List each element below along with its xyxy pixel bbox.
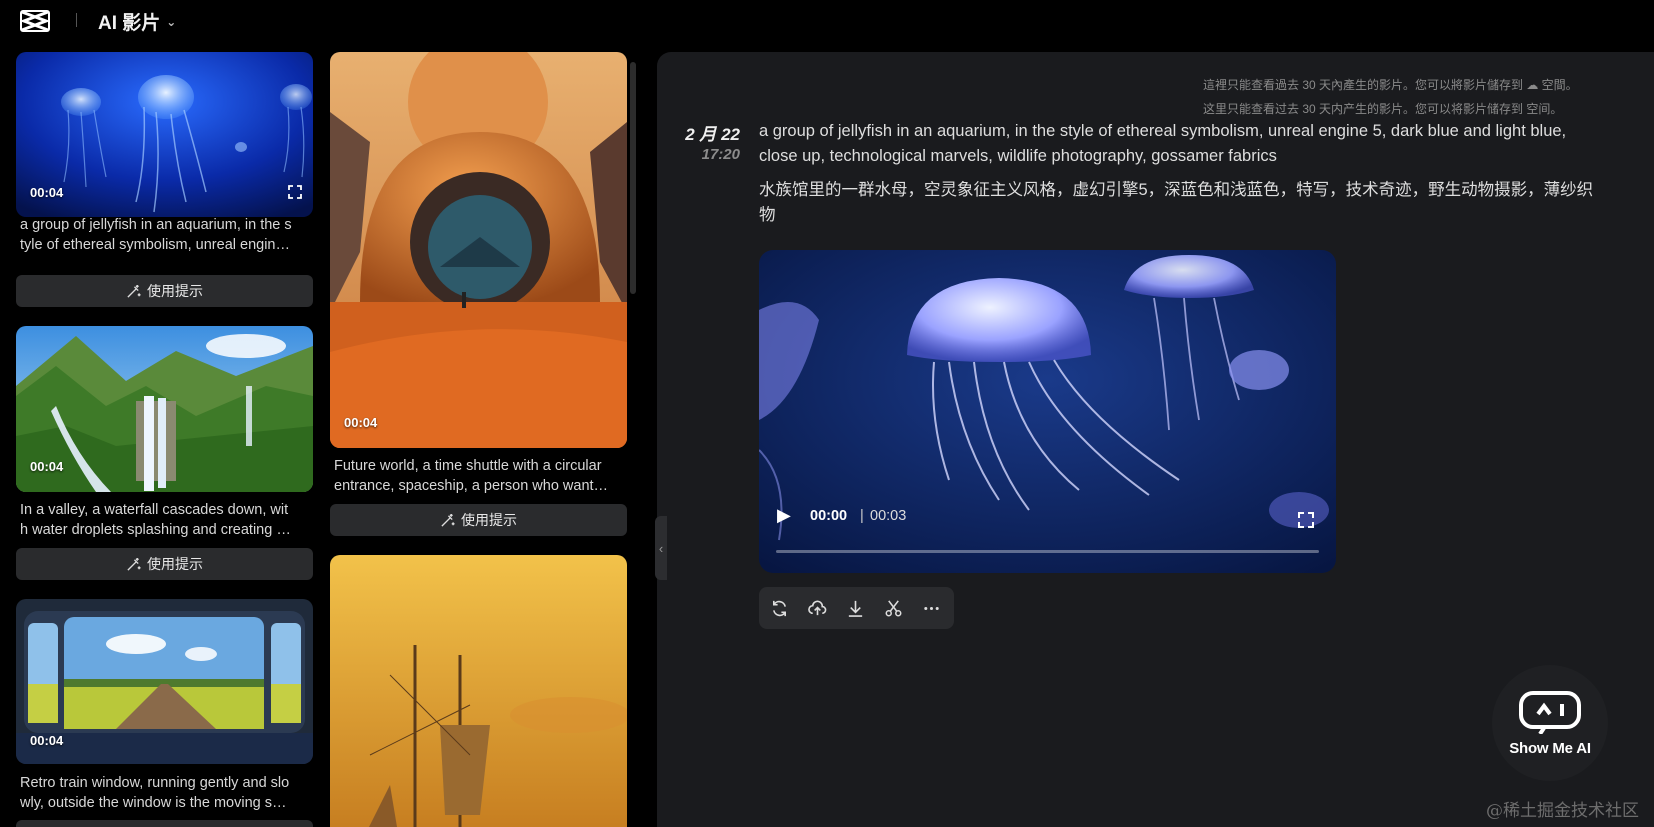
video-caption: In a valley, a waterfall cascades down, … [20,500,312,542]
caption-line: h water droplets splashing and creating … [20,522,291,538]
video-duration: 00:04 [344,415,378,430]
play-button[interactable]: ▶ [777,505,791,526]
sailing-ships-thumbnail-image [330,555,627,827]
cloud-upload-icon [807,600,826,615]
app-title: AI 影片 [98,13,161,34]
video-duration: 00:04 [30,733,64,748]
prompt-english: a group of jellyfish in an aquarium, in … [759,122,1567,165]
more-icon [923,606,939,610]
show-me-ai-badge: Show Me AI [1492,665,1608,781]
video-thumbnail-waterfall[interactable]: 00:04 [16,326,313,492]
regenerate-icon [772,600,786,616]
more-options-button[interactable] [921,598,941,618]
use-prompt-label: 使用提示 [147,283,203,299]
video-gallery: 00:04 a group of jellyfish in an aquariu… [0,44,640,827]
caption-line: a group of jellyfish in an aquarium, in … [20,217,292,233]
edit-clip-button[interactable] [883,598,903,618]
video-thumbnail-future-world[interactable]: 00:04 [330,52,627,448]
video-thumbnail-jellyfish[interactable]: 00:04 [16,52,313,217]
caption-line: entrance, spaceship, a person who want… [334,478,609,494]
video-caption: a group of jellyfish in an aquarium, in … [20,215,312,257]
use-prompt-button[interactable]: 使用提示 [330,504,627,536]
download-button[interactable] [845,598,865,618]
caption-line: Retro train window, running gently and s… [20,775,290,791]
retention-notice: 这里只能查看过去 30 天内产生的影片。您可以将影片储存到 空间。 [1203,102,1563,116]
magic-wand-icon [441,513,455,527]
fullscreen-icon[interactable] [288,185,302,199]
jellyfish-video-frame [759,250,1336,573]
capcut-logo-icon[interactable] [20,8,50,34]
caption-line: tyle of ethereal symbolism, unreal engin… [20,237,290,253]
use-prompt-label: 使用提示 [461,512,517,528]
video-thumbnail-sailing-ships[interactable] [330,555,627,827]
regenerate-button[interactable] [769,598,789,618]
video-caption: Future world, a time shuttle with a circ… [334,456,626,498]
prompt-chinese: 水族馆里的一群水母，空灵象征主义风格，虚幻引擎5，深蓝色和浅蓝色，特写，技术奇迹… [759,181,1594,224]
source-watermark: @稀土掘金技术社区 [1486,801,1639,821]
scissors-icon [885,599,901,616]
chevron-left-icon: ‹ [658,540,664,556]
download-icon [848,600,862,617]
video-duration: 00:04 [30,185,64,200]
use-prompt-button[interactable] [16,820,313,827]
video-thumbnail-train-window[interactable]: 00:04 [16,599,313,764]
video-progress-bar[interactable] [776,550,1319,553]
caption-line: Future world, a time shuttle with a circ… [334,458,602,474]
gallery-scrollbar-thumb[interactable] [630,62,636,294]
header-divider [76,13,77,27]
generation-date: 2 月 22 [685,125,740,144]
magic-wand-icon [127,284,141,298]
fullscreen-icon[interactable] [1298,512,1314,528]
future-world-thumbnail-image [330,52,627,448]
chevron-down-icon: ⌄ [166,14,177,29]
caption-line: In a valley, a waterfall cascades down, … [20,502,289,518]
use-prompt-button[interactable]: 使用提示 [16,548,313,580]
total-time: 00:03 [870,508,907,524]
time-separator: | [860,508,864,524]
show-me-ai-label: Show Me AI [1509,739,1591,757]
app-title-dropdown[interactable]: AI 影片 ⌄ [98,8,176,35]
caption-line: wly, outside the window is the moving s… [20,795,287,811]
video-actions-toolbar [759,587,954,629]
upload-to-cloud-button[interactable] [807,598,827,618]
magic-wand-icon [127,557,141,571]
current-time: 00:00 [810,508,848,524]
retention-notice: 這裡只能查看過去 30 天內產生的影片。您可以將影片儲存到 ☁ 空間。 [1203,78,1578,92]
use-prompt-label: 使用提示 [147,556,203,572]
generation-time: 17:20 [701,146,740,163]
video-duration: 00:04 [30,459,64,474]
video-player[interactable]: ▶ 00:00 | 00:03 [759,250,1336,573]
use-prompt-button[interactable]: 使用提示 [16,275,313,307]
video-caption: Retro train window, running gently and s… [20,773,312,815]
robot-face-icon [1519,690,1581,734]
collapse-sidebar-button[interactable]: ‹ [655,516,667,580]
top-bar: AI 影片 ⌄ [0,0,1654,44]
